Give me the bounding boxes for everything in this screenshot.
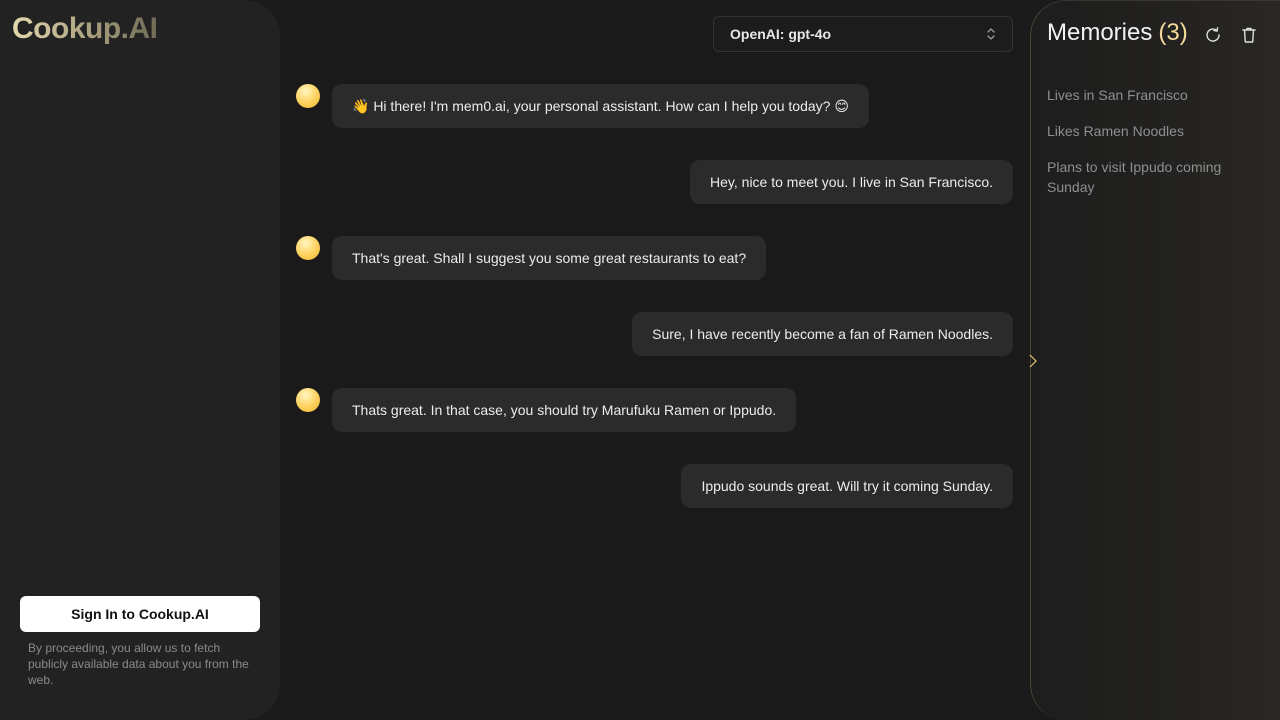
app-root: Cookup.AI Sign In to Cookup.AI By procee… — [0, 0, 1280, 720]
model-selector[interactable]: OpenAI: gpt-4o — [713, 16, 1013, 52]
user-message: Hey, nice to meet you. I live in San Fra… — [690, 160, 1013, 204]
memories-count: (3) — [1158, 19, 1188, 46]
assistant-message: Thats great. In that case, you should tr… — [332, 388, 797, 432]
memories-header: Memories (3) — [1047, 19, 1188, 47]
assistant-avatar — [296, 84, 320, 108]
sidebar: Cookup.AI Sign In to Cookup.AI By procee… — [0, 0, 280, 720]
app-logo[interactable]: Cookup.AI — [12, 12, 158, 46]
assistant-avatar — [296, 388, 320, 412]
panel-collapse-handle[interactable] — [1028, 351, 1038, 371]
memory-item: Plans to visit Ippudo coming Sunday — [1047, 159, 1222, 195]
sign-in-button[interactable]: Sign In to Cookup.AI — [20, 596, 260, 632]
assistant-message: That's great. Shall I suggest you some g… — [332, 236, 767, 280]
chevron-up-down-icon — [986, 27, 996, 41]
model-selector-value: OpenAI: gpt-4o — [730, 26, 832, 42]
refresh-icon[interactable] — [1203, 25, 1223, 45]
memories-list: Lives in San Francisco Likes Ramen Noodl… — [1047, 85, 1257, 213]
user-message: Sure, I have recently become a fan of Ra… — [632, 312, 1013, 356]
sign-in-disclaimer: By proceeding, you allow us to fetch pub… — [28, 641, 249, 687]
trash-icon[interactable] — [1239, 25, 1259, 45]
assistant-message: 👋 Hi there! I'm mem0.ai, your personal a… — [332, 84, 869, 128]
memory-item: Likes Ramen Noodles — [1047, 123, 1184, 139]
user-message: Ippudo sounds great. Will try it coming … — [681, 464, 1013, 508]
memory-item: Lives in San Francisco — [1047, 87, 1188, 103]
memories-panel: Memories (3) Lives in San Francisco Like… — [1028, 0, 1280, 720]
assistant-avatar — [296, 236, 320, 260]
memories-title: Memories — [1047, 19, 1153, 46]
